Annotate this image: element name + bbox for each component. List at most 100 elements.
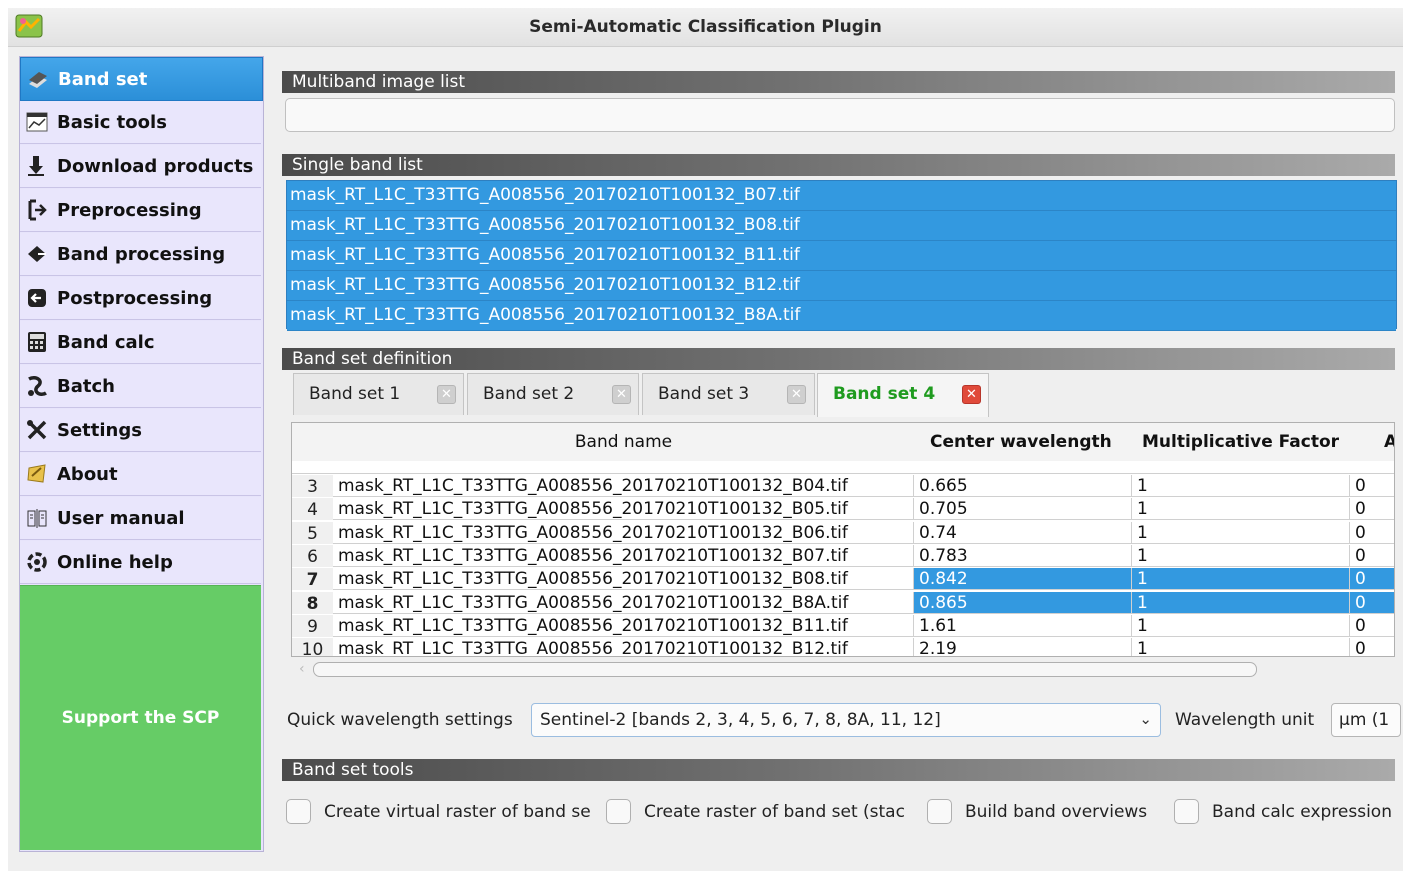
cell-band-name[interactable]: mask_RT_L1C_T33TTG_A008556_20170210T1001…: [333, 615, 914, 637]
row-number[interactable]: 7: [292, 568, 333, 590]
help-icon: [25, 550, 49, 574]
cell-band-name[interactable]: mask_RT_L1C_T33TTG_A008556_20170210T1001…: [333, 498, 914, 520]
cell-multiplicative-factor[interactable]: 1: [1132, 615, 1350, 637]
corner-header: [292, 423, 333, 461]
cell-additive-factor[interactable]: 0: [1350, 568, 1394, 590]
sidebar-item-band-set[interactable]: Band set: [20, 57, 263, 101]
cell-multiplicative-factor[interactable]: 1: [1132, 475, 1350, 497]
sidebar-item-download-products[interactable]: Download products: [20, 145, 261, 188]
create-raster-stack-label: Create raster of band set (stac: [644, 802, 905, 822]
support-scp-button[interactable]: Support the SCP: [20, 585, 261, 850]
row-number[interactable]: 8: [292, 592, 333, 614]
row-number[interactable]: 5: [292, 522, 333, 544]
sidebar-item-label: Band calc: [57, 331, 155, 353]
band-set-table[interactable]: Band name Center wavelength Multiplicati…: [291, 422, 1395, 657]
sidebar-item-settings[interactable]: Settings: [20, 409, 261, 452]
sidebar-item-label: Batch: [57, 375, 115, 397]
table-horizontal-scrollbar[interactable]: ‹: [291, 660, 1395, 678]
cell-multiplicative-factor[interactable]: 1: [1132, 522, 1350, 544]
column-header-band-name[interactable]: Band name: [333, 423, 914, 461]
cell-multiplicative-factor[interactable]: 1: [1132, 592, 1350, 614]
tab-band-set-1[interactable]: Band set 1 ✕: [293, 373, 464, 415]
tab-band-set-3[interactable]: Band set 3 ✕: [642, 373, 815, 415]
quick-wavelength-select[interactable]: Sentinel-2 [bands 2, 3, 4, 5, 6, 7, 8, 8…: [531, 703, 1161, 737]
sidebar-item-band-calc[interactable]: Band calc: [20, 321, 261, 364]
cell-multiplicative-factor[interactable]: 1: [1132, 545, 1350, 567]
list-item[interactable]: mask_RT_L1C_T33TTG_A008556_20170210T1001…: [287, 271, 1396, 301]
band-processing-icon: [25, 242, 49, 266]
column-header-center-wavelength[interactable]: Center wavelength: [914, 423, 1132, 461]
scrollbar-thumb[interactable]: [313, 662, 1257, 677]
close-icon[interactable]: ✕: [962, 385, 981, 404]
band-calc-expression-checkbox[interactable]: [1174, 799, 1199, 824]
list-item[interactable]: mask_RT_L1C_T33TTG_A008556_20170210T1001…: [287, 241, 1396, 271]
close-icon[interactable]: ✕: [437, 385, 456, 404]
row-number[interactable]: 3: [292, 475, 333, 497]
cell-band-name[interactable]: mask_RT_L1C_T33TTG_A008556_20170210T1001…: [333, 475, 914, 497]
sidebar-item-label: Settings: [57, 419, 142, 441]
cell-band-name[interactable]: mask_RT_L1C_T33TTG_A008556_20170210T1001…: [333, 638, 914, 656]
create-virtual-raster-checkbox[interactable]: [286, 799, 311, 824]
single-band-list[interactable]: mask_RT_L1C_T33TTG_A008556_20170210T1001…: [286, 180, 1397, 331]
cell-multiplicative-factor[interactable]: 1: [1132, 638, 1350, 656]
cell-additive-factor[interactable]: 0: [1350, 638, 1394, 656]
cell-band-name[interactable]: mask_RT_L1C_T33TTG_A008556_20170210T1001…: [333, 568, 914, 590]
create-raster-stack-checkbox[interactable]: [606, 799, 631, 824]
cell-band-name[interactable]: mask_RT_L1C_T33TTG_A008556_20170210T1001…: [333, 522, 914, 544]
cell-center-wavelength[interactable]: 2.19: [914, 638, 1132, 656]
cell-multiplicative-factor[interactable]: 1: [1132, 498, 1350, 520]
row-number[interactable]: 6: [292, 545, 333, 567]
list-item[interactable]: mask_RT_L1C_T33TTG_A008556_20170210T1001…: [287, 181, 1396, 211]
close-icon[interactable]: ✕: [612, 385, 631, 404]
column-header-additive-factor[interactable]: A: [1350, 423, 1394, 461]
wavelength-unit-select[interactable]: µm (1: [1331, 703, 1401, 737]
cell-additive-factor[interactable]: 0: [1350, 498, 1394, 520]
cell-center-wavelength[interactable]: 0.865: [914, 592, 1132, 614]
row-number[interactable]: 9: [292, 615, 333, 637]
row-number[interactable]: 4: [292, 498, 333, 520]
sidebar-item-about[interactable]: About: [20, 453, 261, 496]
cell-center-wavelength[interactable]: 0.665: [914, 475, 1132, 497]
sidebar-item-online-help[interactable]: Online help: [20, 541, 261, 584]
sidebar-item-band-processing[interactable]: Band processing: [20, 233, 261, 276]
sidebar-item-batch[interactable]: Batch: [20, 365, 261, 408]
list-item[interactable]: mask_RT_L1C_T33TTG_A008556_20170210T1001…: [287, 301, 1396, 331]
cell-center-wavelength[interactable]: 0.842: [914, 568, 1132, 590]
quick-wavelength-value: Sentinel-2 [bands 2, 3, 4, 5, 6, 7, 8, 8…: [540, 710, 941, 730]
cell-additive-factor[interactable]: 0: [1350, 592, 1394, 614]
cell-additive-factor[interactable]: 0: [1350, 522, 1394, 544]
cell-center-wavelength[interactable]: 0.74: [914, 522, 1132, 544]
section-single-band-header: Single band list: [282, 154, 1395, 176]
cell-additive-factor[interactable]: 0: [1350, 475, 1394, 497]
row-number[interactable]: 10: [292, 638, 333, 656]
cell-band-name[interactable]: mask_RT_L1C_T33TTG_A008556_20170210T1001…: [333, 545, 914, 567]
cell-center-wavelength[interactable]: 0.705: [914, 498, 1132, 520]
cell-additive-factor[interactable]: 0: [1350, 615, 1394, 637]
cell-band-name[interactable]: mask_RT_L1C_T33TTG_A008556_20170210T1001…: [333, 592, 914, 614]
create-virtual-raster-label: Create virtual raster of band se: [324, 802, 591, 822]
cell-center-wavelength[interactable]: 1.61: [914, 615, 1132, 637]
build-band-overviews-checkbox[interactable]: [927, 799, 952, 824]
wavelength-unit-label: Wavelength unit: [1175, 710, 1315, 730]
cell-additive-factor[interactable]: 0: [1350, 545, 1394, 567]
tab-label: Band set 4: [833, 384, 936, 404]
column-header-multiplicative-factor[interactable]: Multiplicative Factor: [1132, 423, 1350, 461]
tab-band-set-4[interactable]: Band set 4 ✕: [817, 373, 989, 417]
sidebar-item-label: Basic tools: [57, 111, 167, 133]
sidebar-item-user-manual[interactable]: User manual: [20, 497, 261, 540]
multiband-image-list[interactable]: [285, 98, 1395, 132]
close-icon[interactable]: ✕: [787, 385, 806, 404]
sidebar-item-label: Preprocessing: [57, 199, 202, 221]
sidebar-item-label: Online help: [57, 551, 173, 573]
sidebar-item-postprocessing[interactable]: Postprocessing: [20, 277, 261, 320]
scroll-left-icon[interactable]: ‹: [299, 661, 305, 677]
sidebar-item-basic-tools[interactable]: Basic tools: [20, 101, 261, 144]
chevron-down-icon: ⌄: [1139, 710, 1152, 728]
section-band-set-definition-header: Band set definition: [282, 348, 1395, 370]
tab-label: Band set 3: [658, 384, 750, 404]
sidebar-item-preprocessing[interactable]: Preprocessing: [20, 189, 261, 232]
cell-multiplicative-factor[interactable]: 1: [1132, 568, 1350, 590]
tab-band-set-2[interactable]: Band set 2 ✕: [467, 373, 639, 415]
list-item[interactable]: mask_RT_L1C_T33TTG_A008556_20170210T1001…: [287, 211, 1396, 241]
cell-center-wavelength[interactable]: 0.783: [914, 545, 1132, 567]
